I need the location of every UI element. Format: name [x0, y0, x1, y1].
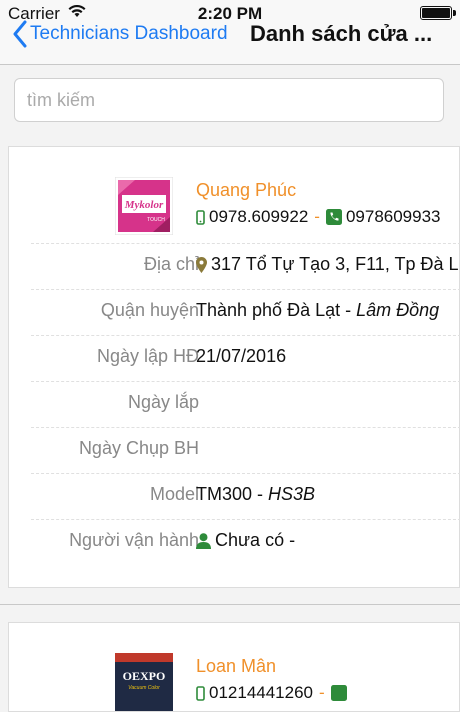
detail-row-warranty-photo-date: Ngày Chụp BH: [31, 427, 460, 473]
search-box: [14, 78, 444, 122]
detail-label: Ngày Chụp BH: [78, 438, 199, 458]
store-card[interactable]: Mykolor TOUCH Quang Phúc 0978.609922 - 0…: [8, 146, 460, 588]
detail-value: Thành phố Đà Lạt - Lâm Đồng: [196, 300, 439, 321]
logo-subtext: TOUCH: [147, 217, 165, 223]
detail-label: Model: [149, 484, 199, 504]
detail-value: Chưa có -: [196, 530, 295, 551]
phone-separator: -: [314, 207, 320, 226]
mobile-phone-icon: [196, 685, 205, 701]
detail-label: Quận huyện: [100, 300, 199, 320]
detail-row-model: Model TM300 - HS3B: [31, 473, 460, 519]
search-input[interactable]: [15, 79, 443, 121]
detail-label: Ngày lập HĐ: [96, 346, 199, 366]
detail-value: 21/07/2016: [196, 346, 287, 366]
phone-mobile[interactable]: 0978.609922: [209, 207, 308, 227]
detail-label: Ngày lắp: [127, 392, 199, 412]
model-text: TM300 -: [196, 484, 269, 504]
store-phones: 01214441260 -: [196, 683, 351, 703]
page-title: Danh sách cửa ...: [250, 21, 433, 46]
map-marker-icon: [196, 257, 207, 274]
district-text: Thành phố Đà Lạt -: [196, 300, 357, 320]
user-icon: [196, 533, 211, 550]
operator-text: Chưa có -: [215, 530, 296, 550]
logo-text: Mykolor: [124, 199, 164, 211]
detail-row-district: Quận huyện Thành phố Đà Lạt - Lâm Đồng: [31, 289, 460, 335]
phone-landline[interactable]: 0978609933: [346, 207, 441, 227]
store-logo: OEXPO Vacuum Color: [115, 653, 173, 711]
back-button-label: Technicians Dashboard: [30, 23, 228, 44]
store-name[interactable]: Quang Phúc: [196, 180, 296, 201]
store-phones: 0978.609922 - 0978609933: [196, 207, 441, 227]
phone-square-icon: [325, 209, 342, 225]
detail-row-install-date: Ngày lắp: [31, 381, 460, 427]
detail-row-operator: Người vận hành Chưa có -: [31, 519, 460, 565]
mobile-phone-icon: [196, 209, 205, 225]
phone-separator: -: [319, 683, 325, 702]
back-button[interactable]: Technicians Dashboard: [12, 18, 228, 50]
phone-mobile[interactable]: 01214441260: [209, 683, 313, 703]
store-card[interactable]: OEXPO Vacuum Color Loan Mân 01214441260 …: [8, 622, 460, 712]
detail-row-contract-date: Ngày lập HĐ 21/07/2016: [31, 335, 460, 381]
nav-content: Technicians Dashboard Danh sách cửa ...: [0, 18, 460, 64]
detail-label: Người vận hành: [69, 530, 199, 550]
province-text: Lâm Đồng: [356, 300, 440, 320]
logo-text: OEXPO: [123, 669, 166, 683]
model-code: HS3B: [268, 484, 316, 504]
logo-subtext: Vacuum Color: [128, 685, 160, 691]
phone-square-icon: [330, 685, 347, 701]
store-name[interactable]: Loan Mân: [196, 656, 276, 677]
chevron-left-icon: [13, 20, 27, 48]
store-logo: Mykolor TOUCH: [115, 177, 173, 235]
address-text: 317 Tổ Tự Tạo 3, F11, Tp Đà L: [211, 254, 459, 274]
card-divider: [0, 604, 460, 605]
detail-row-address: Địa chỉ 317 Tổ Tự Tạo 3, F11, Tp Đà L: [31, 243, 460, 289]
detail-value: TM300 - HS3B: [196, 484, 315, 505]
detail-label: Địa chỉ: [143, 254, 199, 274]
detail-value: 317 Tổ Tự Tạo 3, F11, Tp Đà L: [196, 254, 459, 275]
